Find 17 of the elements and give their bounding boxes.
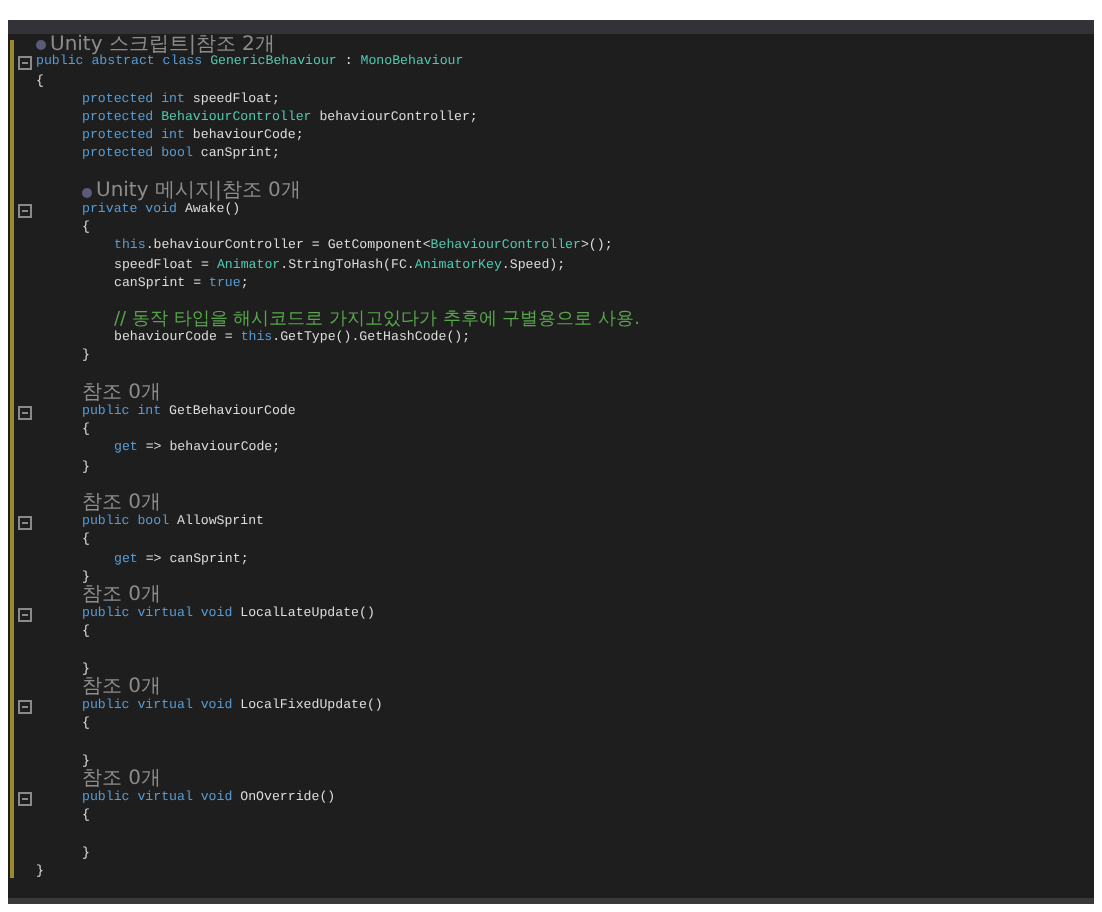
codelens-text[interactable]: Unity 스크립트|참조 2개 [50, 35, 275, 56]
collapse-icon[interactable] [17, 405, 31, 420]
unity-icon [82, 187, 92, 198]
code-line: // 동작 타입을 해시코드로 가지고있다가 추후에 구별용으로 사용. [114, 311, 640, 330]
codelens-text[interactable]: 참조 0개 [82, 384, 162, 405]
collapse-icon[interactable] [17, 791, 31, 806]
collapse-icon[interactable] [17, 607, 31, 622]
codelens-text[interactable]: 참조 0개 [82, 586, 162, 607]
collapse-icon[interactable] [17, 515, 31, 530]
codelens-text[interactable]: 참조 0개 [82, 494, 162, 515]
unity-icon [36, 40, 46, 51]
collapse-icon[interactable] [17, 699, 31, 714]
codelens-text[interactable]: Unity 메시지|참조 0개 [96, 182, 301, 203]
collapse-icon[interactable] [17, 203, 31, 218]
collapse-icon[interactable] [17, 56, 31, 71]
codelens-text[interactable]: 참조 0개 [82, 770, 162, 791]
codelens-text[interactable]: 참조 0개 [82, 678, 162, 699]
